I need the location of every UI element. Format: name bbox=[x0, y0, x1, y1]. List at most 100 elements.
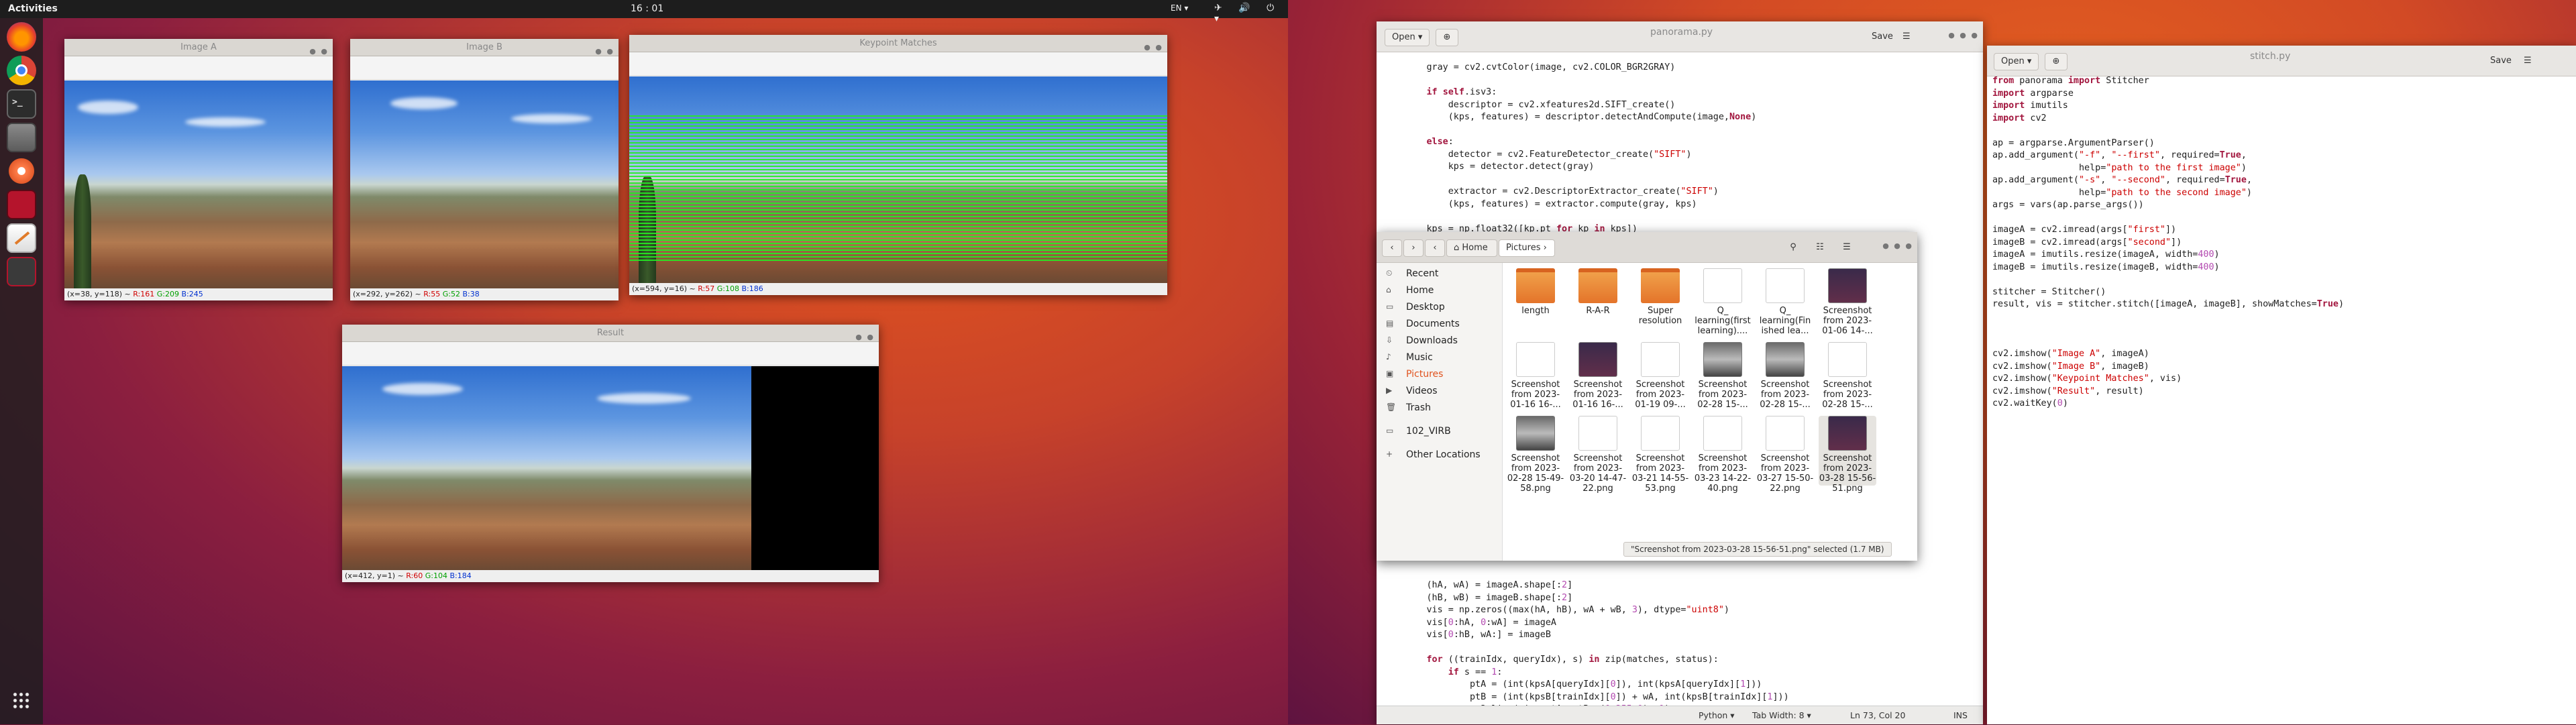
menu-icon[interactable]: ☰ bbox=[1902, 29, 1911, 46]
code-line[interactable]: if s == 1: bbox=[1383, 667, 1789, 679]
code-line[interactable]: imageB = imutils.resize(imageB, width=40… bbox=[1992, 262, 2344, 274]
window-keypoint-matches[interactable]: Keypoint Matches ● ● (x=594, y=16) ~ R:57… bbox=[629, 35, 1167, 295]
terminal-red-icon[interactable] bbox=[7, 190, 36, 219]
code-line[interactable]: ptA = (int(kpsA[queryIdx][0]), int(kpsA[… bbox=[1383, 679, 1789, 691]
code-line[interactable] bbox=[1992, 323, 2344, 336]
sidebar-item-recent[interactable]: ⏲ Recent bbox=[1386, 268, 1438, 279]
file-item[interactable]: Screenshot from 2023-01-16 16-... bbox=[1507, 342, 1564, 412]
code-line[interactable] bbox=[1992, 311, 2344, 324]
code-line[interactable]: ap = argparse.ArgumentParser() bbox=[1992, 137, 2344, 150]
forward-button[interactable]: › bbox=[1403, 239, 1424, 257]
window-titlebar[interactable]: Result ● ● bbox=[342, 325, 879, 342]
files-icon[interactable] bbox=[7, 123, 36, 152]
code-line[interactable]: imageB = cv2.imread(args["second"]) bbox=[1992, 237, 2344, 249]
sidebar-item-other-locations[interactable]: + Other Locations bbox=[1386, 449, 1481, 460]
file-manager-window[interactable]: ‹ › ‹ ⌂ Home Pictures › ⚲ ☷ ☰ ● ● ● ⏲ Rec… bbox=[1377, 232, 1917, 561]
sidebar-item-desktop[interactable]: ▭ Desktop bbox=[1386, 302, 1445, 313]
file-item[interactable]: Screenshot from 2023-02-28 15-... bbox=[1819, 342, 1876, 412]
sidebar-item-102-virb[interactable]: ▭ 102_VIRB bbox=[1386, 426, 1451, 437]
file-item[interactable]: Super resolution bbox=[1631, 268, 1689, 338]
menu-icon[interactable]: ☰ bbox=[1837, 239, 1857, 257]
code-line[interactable]: else: bbox=[1383, 136, 1756, 149]
file-item[interactable]: Screenshot from 2023-02-28 15-... bbox=[1756, 342, 1814, 412]
sidebar-item-videos[interactable]: ▶ Videos bbox=[1386, 386, 1438, 396]
open-button[interactable]: Open ▾ bbox=[1385, 29, 1430, 46]
code-line[interactable]: (kps, features) = descriptor.detectAndCo… bbox=[1383, 111, 1757, 124]
tab-width-selector[interactable]: Tab Width: 8 ▾ bbox=[1752, 706, 1811, 725]
code-line[interactable]: if self.isv3: bbox=[1383, 87, 1756, 99]
code-line[interactable]: detector = cv2.FeatureDetector_create("S… bbox=[1383, 149, 1756, 162]
search-icon[interactable]: ⚲ bbox=[1783, 239, 1803, 257]
code-area[interactable]: from panorama import Stitcher import argp… bbox=[1992, 75, 2344, 410]
code-line[interactable]: import imutils bbox=[1992, 100, 2344, 113]
view-options-icon[interactable]: ☷ bbox=[1810, 239, 1830, 257]
sidebar-item-music[interactable]: ♪ Music bbox=[1386, 352, 1433, 363]
code-line[interactable]: descriptor = cv2.xfeatures2d.SIFT_create… bbox=[1383, 99, 1756, 112]
back-button[interactable]: ‹ bbox=[1382, 239, 1402, 257]
code-line[interactable] bbox=[1992, 336, 2344, 349]
window-image-b[interactable]: Image B ● ● (x=292, y=262) ~ R:55 G:52 B:… bbox=[350, 39, 619, 300]
code-line[interactable]: for ((trainIdx, queryIdx), s) in zip(mat… bbox=[1383, 654, 1789, 667]
window-titlebar[interactable]: Image B ● ● bbox=[350, 39, 619, 56]
file-item[interactable]: Screenshot from 2023-03-21 14-55-53.png bbox=[1631, 416, 1689, 494]
code-line[interactable] bbox=[1992, 274, 2344, 286]
file-item[interactable]: Screenshot from 2023-01-19 09-... bbox=[1631, 342, 1689, 412]
location-toggle-icon[interactable]: ‹ bbox=[1425, 239, 1445, 257]
code-line[interactable]: kps = detector.detect(gray) bbox=[1383, 161, 1756, 174]
file-item[interactable]: Screenshot from 2023-03-28 15-56-51.png bbox=[1819, 416, 1876, 494]
code-line[interactable] bbox=[1383, 174, 1756, 186]
screen-icon[interactable] bbox=[7, 257, 36, 286]
new-tab-icon[interactable]: ⊕ bbox=[2045, 53, 2068, 70]
code-line[interactable]: result, vis = stitcher.stitch([imageA, i… bbox=[1992, 298, 2344, 311]
file-item[interactable]: Screenshot from 2023-02-28 15-... bbox=[1694, 342, 1752, 412]
file-item[interactable]: Screenshot from 2023-03-20 14-47-22.png bbox=[1569, 416, 1627, 494]
cursor-position[interactable]: Ln 73, Col 20 bbox=[1850, 706, 1905, 725]
file-item[interactable]: Screenshot from 2023-01-16 16-... bbox=[1569, 342, 1627, 412]
terminal-icon[interactable]: >_ bbox=[7, 89, 36, 119]
code-line[interactable]: (hB, wB) = imageB.shape[:2] bbox=[1383, 592, 1789, 605]
window-controls[interactable]: ● ● ● bbox=[1948, 31, 1979, 40]
file-item[interactable]: Screenshot from 2023-02-28 15-49-58.png bbox=[1507, 416, 1564, 494]
code-line[interactable]: ptB = (int(kpsB[trainIdx][0]) + wA, int(… bbox=[1383, 691, 1789, 704]
code-line[interactable]: help="path to the second image") bbox=[1992, 187, 2344, 200]
breadcrumb-pictures[interactable]: Pictures › bbox=[1499, 239, 1555, 257]
activities-button[interactable]: Activities bbox=[8, 3, 58, 14]
file-item[interactable]: Q_ learning(first learning).... bbox=[1694, 268, 1752, 338]
settings-icon[interactable] bbox=[7, 156, 36, 186]
file-item[interactable]: Q_ learning(Fin ished lea... bbox=[1756, 268, 1814, 338]
code-line[interactable]: cv2.imshow("Result", result) bbox=[1992, 386, 2344, 398]
window-titlebar[interactable]: Keypoint Matches ● ● bbox=[629, 35, 1167, 52]
firefox-icon[interactable] bbox=[7, 22, 36, 52]
code-area-top[interactable]: gray = cv2.cvtColor(image, cv2.COLOR_BGR… bbox=[1383, 62, 1756, 235]
code-line[interactable]: vis[0:hA, 0:wA] = imageA bbox=[1383, 617, 1789, 630]
menu-icon[interactable]: ☰ bbox=[2524, 53, 2532, 70]
breadcrumb-home[interactable]: ⌂ Home bbox=[1446, 239, 1497, 257]
code-line[interactable]: cv2.imshow("Image B", imageB) bbox=[1992, 361, 2344, 374]
code-line[interactable]: import cv2 bbox=[1992, 113, 2344, 125]
code-line[interactable] bbox=[1383, 74, 1756, 87]
code-line[interactable]: stitcher = Stitcher() bbox=[1992, 286, 2344, 299]
code-line[interactable]: imageA = imutils.resize(imageA, width=40… bbox=[1992, 249, 2344, 262]
code-line[interactable]: help="path to the first image") bbox=[1992, 162, 2344, 175]
system-tray[interactable]: ✈ 🔊 ⏻ ▾ bbox=[1214, 3, 1288, 24]
code-line[interactable]: cv2.waitKey(0) bbox=[1992, 398, 2344, 410]
window-controls[interactable]: ● ● ● bbox=[1882, 241, 1913, 250]
code-line[interactable]: ap.add_argument("-f", "--first", require… bbox=[1992, 150, 2344, 162]
file-item[interactable]: Screenshot from 2023-03-23 14-22-40.png bbox=[1694, 416, 1752, 494]
code-line[interactable]: cv2.imshow("Image A", imageA) bbox=[1992, 348, 2344, 361]
code-line[interactable]: vis = np.zeros((max(hA, hB), wA + wB, 3)… bbox=[1383, 604, 1789, 617]
code-line[interactable] bbox=[1383, 211, 1756, 223]
clock[interactable]: 16 : 01 bbox=[631, 3, 663, 14]
file-item[interactable]: Screenshot from 2023-03-27 15-50-22.png bbox=[1756, 416, 1814, 494]
language-selector[interactable]: Python ▾ bbox=[1699, 706, 1735, 725]
image-a-canvas[interactable] bbox=[64, 80, 333, 288]
save-button[interactable]: Save bbox=[2483, 53, 2518, 70]
new-tab-icon[interactable]: ⊕ bbox=[1436, 29, 1458, 46]
code-line[interactable] bbox=[1383, 124, 1756, 137]
image-b-canvas[interactable] bbox=[350, 80, 619, 288]
window-image-a[interactable]: Image A ● ● (x=38, y=118) ~ R:161 G:209 B… bbox=[64, 39, 333, 300]
file-item[interactable]: length bbox=[1507, 268, 1564, 338]
code-line[interactable]: vis[0:hB, wA:] = imageB bbox=[1383, 629, 1789, 642]
code-line[interactable] bbox=[1383, 642, 1789, 655]
file-item[interactable]: R-A-R bbox=[1569, 268, 1627, 338]
